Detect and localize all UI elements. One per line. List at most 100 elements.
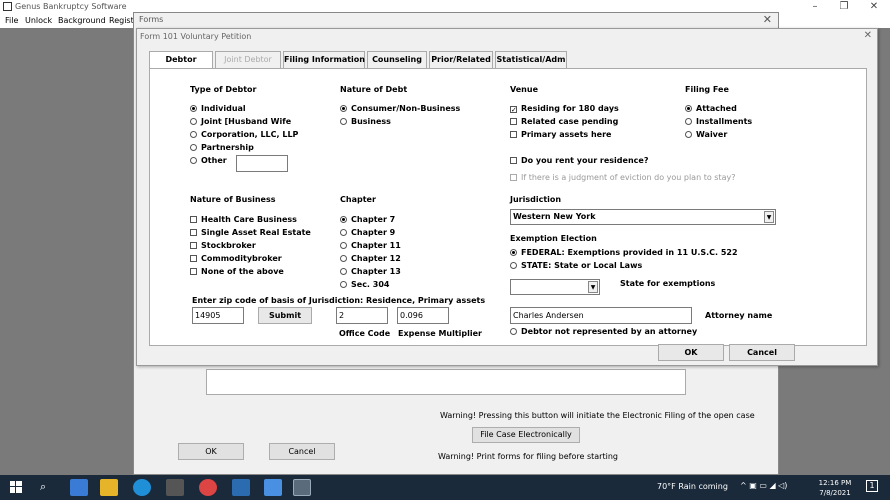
radio-indicator <box>685 118 692 125</box>
radio-label: Individual <box>201 104 246 113</box>
checkbox-none[interactable]: None of the above <box>190 266 284 278</box>
checkbox-indicator <box>190 255 197 262</box>
radio-other[interactable]: Other <box>190 155 227 167</box>
radio-label: Sec. 304 <box>351 280 390 289</box>
photos-icon[interactable] <box>232 479 250 496</box>
radio-chapter-13[interactable]: Chapter 13 <box>340 266 401 278</box>
weather-widget[interactable]: 70°F Rain coming <box>657 482 728 491</box>
clock[interactable]: 12:16 PM 7/8/2021 <box>815 478 855 498</box>
checkbox-eviction[interactable]: If there is a judgment of eviction do yo… <box>510 172 735 184</box>
radio-fee-attached[interactable]: Attached <box>685 103 737 115</box>
radio-consumer[interactable]: Consumer/Non-Business <box>340 103 460 115</box>
radio-indicator <box>340 105 347 112</box>
radio-partnership[interactable]: Partnership <box>190 142 254 154</box>
radio-indicator <box>340 242 347 249</box>
minimize-icon[interactable]: – <box>805 1 825 12</box>
radio-label: Business <box>351 117 391 126</box>
zip-label: Enter zip code of basis of Jurisdiction:… <box>192 296 486 305</box>
mail-icon[interactable] <box>70 479 88 496</box>
other-debtor-input[interactable] <box>236 155 288 172</box>
attorney-name-input[interactable]: Charles Andersen <box>510 307 692 324</box>
radio-label: Debtor not represented by an attorney <box>521 327 698 336</box>
checkbox-related-case[interactable]: Related case pending <box>510 116 618 128</box>
tab-filing-information[interactable]: Filing Information <box>283 51 365 69</box>
radio-label: Chapter 7 <box>351 215 396 224</box>
restore-icon[interactable]: ❐ <box>834 1 854 12</box>
radio-label: Waiver <box>696 130 728 139</box>
checkbox-indicator <box>510 157 517 164</box>
radio-fee-waiver[interactable]: Waiver <box>685 129 727 141</box>
radio-indicator <box>510 249 517 256</box>
app-icon[interactable] <box>264 479 282 496</box>
radio-chapter-12[interactable]: Chapter 12 <box>340 253 401 265</box>
radio-label: Installments <box>696 117 753 126</box>
checkbox-primary-assets[interactable]: Primary assets here <box>510 129 611 141</box>
windows-start-icon[interactable] <box>10 481 22 493</box>
radio-fee-installments[interactable]: Installments <box>685 116 752 128</box>
store-icon[interactable] <box>166 479 184 496</box>
menu-file[interactable]: File <box>5 16 18 25</box>
checkbox-single-asset[interactable]: Single Asset Real Estate <box>190 227 311 239</box>
radio-business[interactable]: Business <box>340 116 391 128</box>
checkbox-indicator <box>190 242 197 249</box>
genus-app-taskbar-icon[interactable] <box>293 479 311 496</box>
forms-close-icon[interactable]: ✕ <box>763 13 772 26</box>
file-explorer-icon[interactable] <box>100 479 118 496</box>
checkbox-label: Do you rent your residence? <box>521 156 649 165</box>
menu-unlock[interactable]: Unlock <box>25 16 52 25</box>
dialog-close-icon[interactable]: ✕ <box>864 30 872 41</box>
radio-chapter-7[interactable]: Chapter 7 <box>340 214 395 226</box>
chevron-down-icon[interactable]: ▼ <box>588 281 598 293</box>
tab-prior-related[interactable]: Prior/Related <box>429 51 493 69</box>
close-icon[interactable]: ✕ <box>864 1 884 12</box>
menu-background[interactable]: Background <box>58 16 106 25</box>
office-code-input[interactable]: 2 <box>336 307 388 324</box>
tab-joint-debtor[interactable]: Joint Debtor <box>215 51 281 69</box>
radio-state-exemption[interactable]: STATE: State or Local Laws <box>510 260 642 272</box>
tray-icons[interactable]: ^ ▣ ▭ ◢ ◁) <box>740 481 787 490</box>
radio-chapter-11[interactable]: Chapter 11 <box>340 240 401 252</box>
chapter-heading: Chapter <box>340 195 376 204</box>
checkbox-stockbroker[interactable]: Stockbroker <box>190 240 256 252</box>
radio-chapter-9[interactable]: Chapter 9 <box>340 227 395 239</box>
checkbox-label: Related case pending <box>521 117 619 126</box>
radio-indicator <box>190 131 197 138</box>
forms-title: Forms <box>139 15 164 24</box>
submit-button[interactable]: Submit <box>258 307 312 324</box>
radio-individual[interactable]: Individual <box>190 103 246 115</box>
state-exemptions-select[interactable]: ▼ <box>510 279 600 295</box>
checkbox-label: Primary assets here <box>521 130 612 139</box>
tab-counseling[interactable]: Counseling <box>367 51 427 69</box>
tab-debtor[interactable]: Debtor <box>149 51 213 69</box>
radio-indicator <box>685 131 692 138</box>
radio-federal-exemption[interactable]: FEDERAL: Exemptions provided in 11 U.S.C… <box>510 247 738 259</box>
checkbox-health-care[interactable]: Health Care Business <box>190 214 297 226</box>
notification-icon[interactable]: 1 <box>866 480 878 492</box>
checkbox-indicator <box>190 216 197 223</box>
checkbox-label: Single Asset Real Estate <box>201 228 311 237</box>
dialog-cancel-button[interactable]: Cancel <box>729 344 795 361</box>
checkbox-residing-180[interactable]: ✓ Residing for 180 days <box>510 103 619 115</box>
radio-corporation[interactable]: Corporation, LLC, LLP <box>190 129 298 141</box>
forms-cancel-button[interactable]: Cancel <box>269 443 335 460</box>
forms-text-area[interactable] <box>206 369 686 395</box>
checkbox-commoditybroker[interactable]: Commoditybroker <box>190 253 282 265</box>
checkbox-rent-residence[interactable]: Do you rent your residence? <box>510 155 648 167</box>
radio-label: Chapter 13 <box>351 267 401 276</box>
file-case-electronically-button[interactable]: File Case Electronically <box>472 427 580 443</box>
dialog-ok-button[interactable]: OK <box>658 344 724 361</box>
chrome-icon[interactable] <box>199 479 217 496</box>
edge-icon[interactable] <box>133 479 151 496</box>
jurisdiction-select[interactable]: Western New York ▼ <box>510 209 776 225</box>
radio-sec-304[interactable]: Sec. 304 <box>340 279 389 291</box>
tab-statistical-adm[interactable]: Statistical/Adm <box>495 51 567 69</box>
search-icon[interactable]: ⌕ <box>40 480 46 494</box>
app-logo-icon <box>3 2 12 11</box>
expense-multiplier-input[interactable]: 0.096 <box>397 307 449 324</box>
zip-input[interactable]: 14905 <box>192 307 244 324</box>
radio-joint[interactable]: Joint [Husband Wife <box>190 116 291 128</box>
forms-ok-button[interactable]: OK <box>178 443 244 460</box>
radio-not-represented[interactable]: Debtor not represented by an attorney <box>510 326 697 338</box>
state-exemptions-label: State for exemptions <box>620 279 716 288</box>
chevron-down-icon[interactable]: ▼ <box>764 211 774 223</box>
